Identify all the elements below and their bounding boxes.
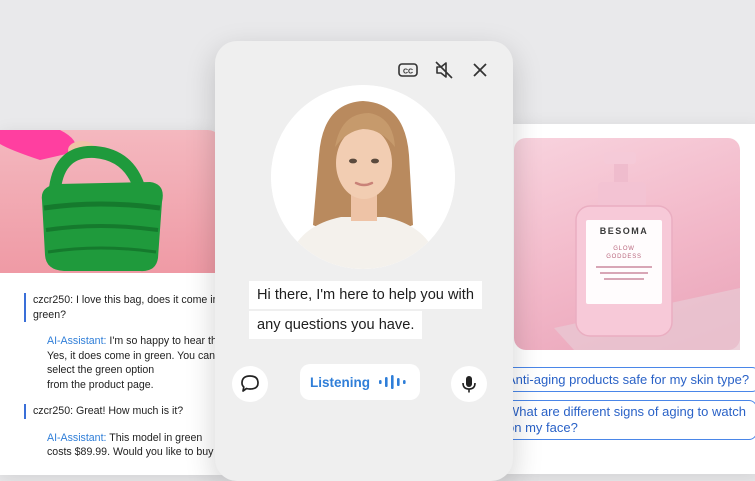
product-name-line1: GLOW <box>613 246 635 252</box>
chat-message-user: czcr250: Great! How much is it? <box>24 404 222 419</box>
ai-assistant-name: AI-Assistant: <box>47 431 107 444</box>
bag-product-image <box>0 130 222 273</box>
close-icon <box>473 63 487 77</box>
chat-text: I love this bag, does it come in <box>76 294 219 306</box>
chat-text: select the green option <box>47 364 155 376</box>
chat-transcript: czcr250: I love this bag, does it come i… <box>24 293 222 472</box>
suggestion-text: on my face? <box>507 420 578 435</box>
right-product-card: BESOMA GLOW GODDESS Anti-aging products … <box>500 124 755 474</box>
serum-bottle-illustration: BESOMA GLOW GODDESS <box>554 152 740 350</box>
captions-button[interactable]: CC <box>397 59 419 81</box>
chat-text: This model in green <box>109 431 203 444</box>
left-product-card: czcr250: I love this bag, does it come i… <box>0 130 222 475</box>
chat-text: Great! How much is it? <box>76 405 184 417</box>
suggestion-chip[interactable]: Anti-aging products safe for my skin typ… <box>500 367 755 392</box>
chat-text: green? <box>33 308 66 321</box>
mute-button[interactable] <box>433 59 455 81</box>
suggestion-text: What are different signs of aging to wat… <box>507 404 746 419</box>
assistant-speech: Hi there, I'm here to help you with any … <box>249 281 482 341</box>
serum-product-image: BESOMA GLOW GODDESS <box>514 138 740 350</box>
chat-text: Yes, it does come in green. You can <box>47 349 216 362</box>
chat-text: I'm so happy to hear that! <box>109 335 222 347</box>
cc-icon: CC <box>398 63 418 77</box>
close-button[interactable] <box>469 59 491 81</box>
listening-indicator: Listening <box>300 364 420 400</box>
product-brand: BESOMA <box>600 226 649 236</box>
assistant-avatar <box>271 85 455 269</box>
chat-username: czcr250: <box>33 405 74 417</box>
listening-label: Listening <box>310 374 370 390</box>
green-bag-illustration <box>0 130 163 272</box>
ai-assistant-panel: CC Hi there, I'm here to help you with a… <box>215 41 513 481</box>
chat-message-ai: AI-Assistant: I'm so happy to hear that!… <box>24 334 222 392</box>
chat-username: czcr250: <box>33 294 74 306</box>
chat-button[interactable] <box>232 366 268 402</box>
chat-text: costs $89.99. Would you like to buy it? <box>47 446 222 458</box>
chat-text: from the product page. <box>47 378 154 391</box>
suggestion-chip[interactable]: What are different signs of aging to wat… <box>500 400 755 440</box>
svg-text:CC: CC <box>403 68 413 75</box>
chat-message-ai: AI-Assistant: This model in green costs … <box>24 431 222 460</box>
chat-message-user: czcr250: I love this bag, does it come i… <box>24 293 222 322</box>
microphone-button[interactable] <box>451 366 487 402</box>
microphone-icon <box>462 376 476 393</box>
suggestion-text: Anti-aging products safe for my skin typ… <box>507 372 750 387</box>
ai-assistant-name: AI-Assistant: <box>47 335 107 347</box>
chat-bubble-icon <box>241 375 259 392</box>
speech-line: Hi there, I'm here to help you with <box>249 281 482 309</box>
speaker-muted-icon <box>435 61 453 79</box>
speech-line: any questions you have. <box>249 311 423 339</box>
product-name-line2: GODDESS <box>606 254 642 260</box>
avatar-portrait <box>271 85 455 269</box>
audio-wave-icon <box>379 375 406 389</box>
